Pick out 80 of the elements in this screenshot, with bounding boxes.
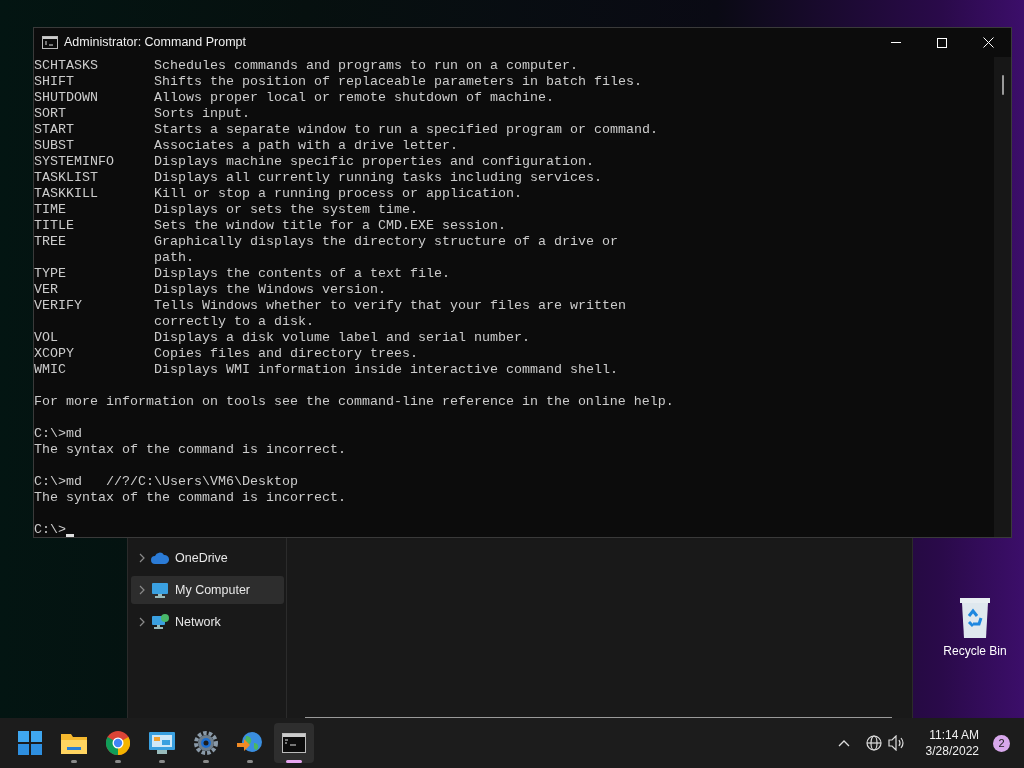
command-name: SHIFT <box>34 74 75 90</box>
console-output: C:\>md <box>34 426 82 441</box>
clock-time: 11:14 AM <box>929 727 979 743</box>
chevron-up-icon[interactable] <box>837 739 850 747</box>
console-output: C:\>md //?/C:\Users\VM6\Desktop <box>34 474 298 489</box>
close-icon <box>982 37 994 48</box>
command-description: Copies files and directory trees. <box>154 346 418 362</box>
command-name: TASKKILL <box>34 186 99 202</box>
command-description: Graphically displays the directory structure of a drive or <box>154 234 618 250</box>
text-cursor <box>66 534 74 537</box>
settings-icon <box>194 731 218 755</box>
command-name: VERIFY <box>34 298 83 314</box>
network-globe-icon[interactable] <box>865 735 882 751</box>
window-title: Administrator: Command Prompt <box>64 34 246 52</box>
command-name: SYSTEMINFO <box>34 154 115 170</box>
maximize-icon <box>937 37 947 48</box>
command-name: XCOPY <box>34 346 75 362</box>
command-name: VER <box>34 282 59 298</box>
chevron-right-icon <box>139 553 145 563</box>
command-description: Shifts the position of replaceable parameters in batch files. <box>154 74 642 90</box>
windows-logo-icon <box>18 731 42 755</box>
sidebar-label: Network <box>175 613 221 631</box>
desktop-icon-label[interactable]: Recycle Bin <box>943 642 1007 660</box>
chevron-right-icon <box>139 585 145 595</box>
chrome-icon <box>106 731 130 755</box>
sidebar-label: My Computer <box>175 581 251 599</box>
console-output: The syntax of the command is incorrect. <box>34 490 346 505</box>
command-description: Displays all currently running tasks including services. <box>154 170 602 186</box>
command-name: SHUTDOWN <box>34 90 99 106</box>
command-description: Sets the window title for a CMD.EXE session. <box>154 218 506 234</box>
command-description: Displays machine specific properties and configuration. <box>154 154 594 170</box>
monitor-icon <box>152 582 168 598</box>
chevron-right-icon <box>139 617 145 627</box>
sidebar-item[interactable]: OneDrive <box>131 544 284 572</box>
minimize-icon <box>891 42 901 43</box>
taskbar-app-button[interactable] <box>274 723 314 763</box>
terminal-icon <box>42 36 58 49</box>
command-description: Displays the contents of a text file. <box>154 266 450 282</box>
command-description: Associates a path with a drive letter. <box>154 138 458 154</box>
clock[interactable]: 11:14 AM 3/28/2022 <box>925 727 979 759</box>
cloud-icon <box>151 552 169 564</box>
command-name: SORT <box>34 106 67 122</box>
sidebar-label: OneDrive <box>175 549 228 567</box>
command-description: Displays or sets the system time. <box>154 202 418 218</box>
console-output: For more information on tools see the command-line reference in the online help. <box>34 394 674 409</box>
sidebar-item[interactable]: Network <box>131 608 284 636</box>
command-name: SCHTASKS <box>34 58 99 74</box>
command-name: TREE <box>34 234 67 250</box>
command-description: correctly to a disk. <box>154 314 314 330</box>
speaker-icon[interactable] <box>887 735 906 751</box>
notification-badge[interactable]: 2 <box>993 734 1010 752</box>
command-name: TITLE <box>34 218 75 234</box>
command-description: Displays the Windows version. <box>154 282 386 298</box>
command-name: TIME <box>34 202 67 218</box>
command-description: Displays a disk volume label and serial number. <box>154 330 530 346</box>
clock-date: 3/28/2022 <box>925 743 979 759</box>
command-description: Schedules commands and programs to run on a computer. <box>154 58 578 74</box>
command-name: START <box>34 122 75 138</box>
command-name: VOL <box>34 330 59 346</box>
scrollbar-thumb[interactable] <box>1001 75 1004 95</box>
console-output: The syntax of the command is incorrect. <box>34 442 346 457</box>
command-description: Sorts input. <box>154 106 250 122</box>
command-description: Displays WMI information inside interactive command shell. <box>154 362 618 378</box>
terminal-icon <box>282 733 306 753</box>
command-description: Starts a separate window to run a specified program or command. <box>154 122 658 138</box>
globe-arrow-icon <box>237 731 263 755</box>
control-panel-icon <box>149 732 175 754</box>
vertical-scrollbar[interactable] <box>994 57 1011 537</box>
command-name: TASKLIST <box>34 170 99 186</box>
command-description: Kill or stop a running process or application. <box>154 186 522 202</box>
network-monitor-icon <box>151 614 169 630</box>
command-description: Tells Windows whether to verify that your files are written <box>154 298 626 314</box>
command-name: SUBST <box>34 138 75 154</box>
command-name: WMIC <box>34 362 67 378</box>
folder-icon <box>61 732 87 754</box>
sidebar-item[interactable]: My Computer <box>131 576 284 604</box>
command-description: Allows proper local or remote shutdown of machine. <box>154 90 554 106</box>
command-name: TYPE <box>34 266 67 282</box>
command-description: path. <box>154 250 194 266</box>
console-prompt: C:\> <box>34 522 66 538</box>
